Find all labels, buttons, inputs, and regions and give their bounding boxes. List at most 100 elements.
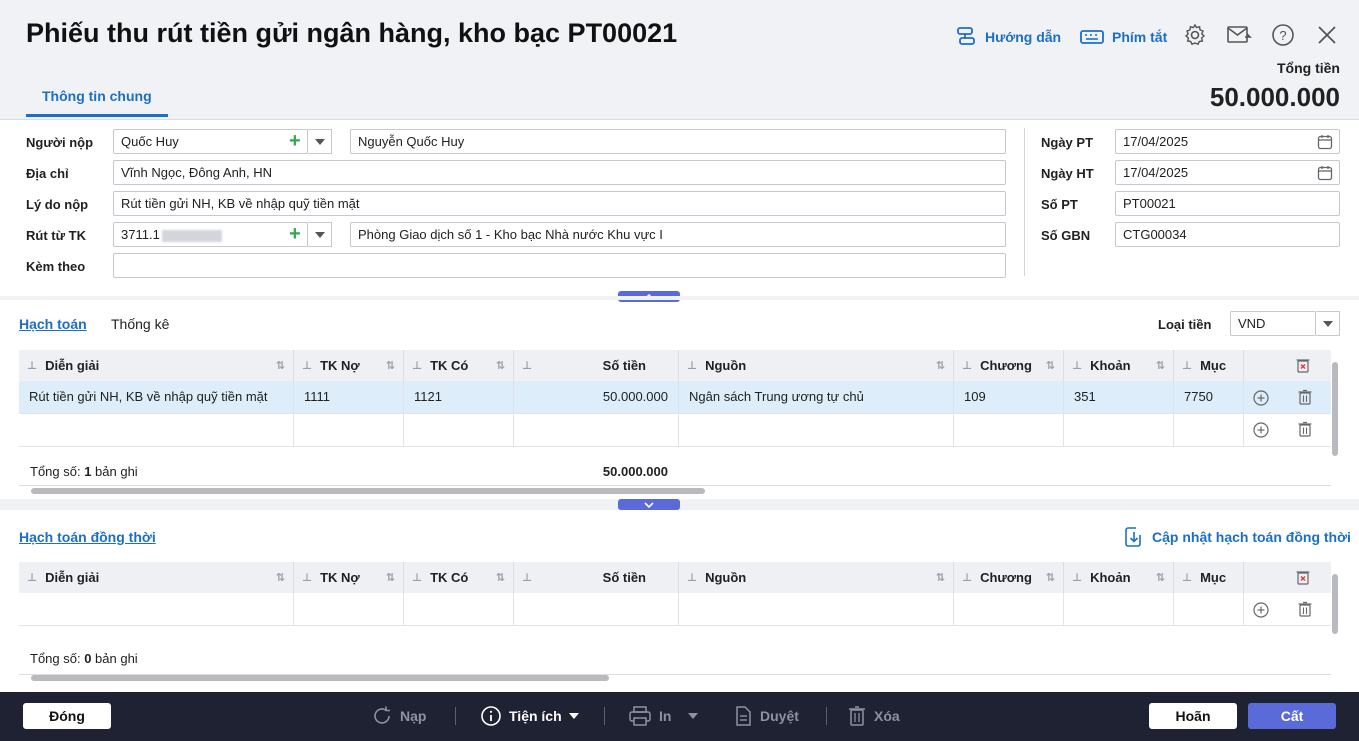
attach-input[interactable] [113, 253, 1006, 278]
payer-code-input[interactable]: Quốc Huy [113, 129, 308, 154]
col-header-chapter[interactable]: ⊥ Chương ⇅ [954, 350, 1064, 381]
calendar-icon[interactable] [1317, 165, 1333, 181]
col-header-credit[interactable]: ⊥ TK Có ⇅ [404, 350, 514, 381]
col-header-source[interactable]: ⊥ Nguồn ⇅ [679, 562, 954, 593]
col-header-debit[interactable]: ⊥ TK Nợ ⇅ [294, 562, 404, 593]
empty-cell[interactable] [1174, 593, 1244, 626]
account-input[interactable]: 3711.1 [113, 222, 308, 247]
vertical-scrollbar[interactable] [1332, 574, 1338, 634]
col-header-credit[interactable]: ⊥ TK Có ⇅ [404, 562, 514, 593]
delete-button[interactable]: Xóa [847, 703, 900, 729]
pin-icon[interactable]: ⊥ [687, 571, 697, 584]
sort-icon[interactable]: ⇅ [496, 359, 505, 372]
empty-cell[interactable] [404, 593, 514, 626]
col-header-description[interactable]: ⊥ Diễn giải ⇅ [19, 350, 294, 381]
sort-icon[interactable]: ⇅ [276, 571, 285, 584]
col-header-description[interactable]: ⊥ Diễn giải ⇅ [19, 562, 294, 593]
currency-dropdown-button[interactable] [1316, 311, 1340, 336]
cell-amount[interactable]: 50.000.000 [514, 381, 679, 414]
pin-icon[interactable]: ⊥ [522, 359, 532, 372]
pin-icon[interactable]: ⊥ [302, 359, 312, 372]
currency-select[interactable]: VND [1230, 311, 1316, 336]
empty-cell[interactable] [514, 593, 679, 626]
reload-button[interactable]: Nạp [371, 703, 426, 729]
payer-name-input[interactable]: Nguyễn Quốc Huy [350, 129, 1006, 154]
tab-general-info[interactable]: Thông tin chung [26, 78, 168, 117]
pin-icon[interactable]: ⊥ [302, 571, 312, 584]
empty-cell[interactable] [19, 414, 294, 447]
clear-all-icon[interactable] [1295, 569, 1311, 586]
print-button[interactable]: In [628, 703, 699, 729]
help-icon[interactable]: ? [1270, 22, 1296, 48]
approve-button[interactable]: Duyệt [733, 703, 799, 729]
empty-cell[interactable] [404, 414, 514, 447]
pin-icon[interactable]: ⊥ [1072, 571, 1082, 584]
empty-cell[interactable] [1064, 593, 1174, 626]
shortcut-link[interactable]: Phím tắt [1080, 26, 1167, 48]
col-header-subitem[interactable]: ⊥ Mục [1174, 562, 1244, 593]
pin-icon[interactable]: ⊥ [27, 359, 37, 372]
so-gbn-input[interactable]: CTG00034 [1115, 222, 1340, 247]
empty-cell[interactable] [514, 414, 679, 447]
expand-grid-button[interactable] [618, 499, 680, 510]
sort-icon[interactable]: ⇅ [1156, 571, 1165, 584]
sort-icon[interactable]: ⇅ [1046, 571, 1055, 584]
empty-cell[interactable] [1174, 414, 1244, 447]
sort-icon[interactable]: ⇅ [1156, 359, 1165, 372]
calendar-icon[interactable] [1317, 134, 1333, 150]
col-header-amount[interactable]: ⊥ Số tiền [514, 350, 679, 381]
add-account-icon[interactable]: + [289, 224, 301, 244]
sort-icon[interactable]: ⇅ [276, 359, 285, 372]
address-input[interactable]: Vĩnh Ngọc, Đông Anh, HN [113, 160, 1006, 185]
empty-cell[interactable] [679, 414, 954, 447]
payer-dropdown-button[interactable] [308, 129, 332, 154]
sort-icon[interactable]: ⇅ [1046, 359, 1055, 372]
col-header-chapter[interactable]: ⊥ Chương ⇅ [954, 562, 1064, 593]
delete-row-icon[interactable] [1297, 601, 1313, 618]
col-header-item[interactable]: ⊥ Khoản ⇅ [1064, 350, 1174, 381]
account-dropdown-button[interactable] [308, 222, 332, 247]
simultaneous-accounting-title[interactable]: Hạch toán đồng thời [19, 529, 156, 545]
sort-icon[interactable]: ⇅ [936, 359, 945, 372]
save-button[interactable]: Cất [1248, 703, 1336, 729]
settings-icon[interactable] [1182, 22, 1208, 48]
cell-subitem[interactable]: 7750 [1174, 381, 1244, 414]
empty-cell[interactable] [1064, 414, 1174, 447]
close-button[interactable]: Đóng [23, 703, 111, 729]
delete-row-icon[interactable] [1297, 389, 1313, 406]
pin-icon[interactable]: ⊥ [1182, 571, 1192, 584]
sort-icon[interactable]: ⇅ [936, 571, 945, 584]
pin-icon[interactable]: ⊥ [1182, 359, 1192, 372]
tab-statistics[interactable]: Thống kê [111, 316, 169, 332]
horizontal-scrollbar[interactable] [31, 675, 609, 681]
bank-name-input[interactable]: Phòng Giao dịch số 1 - Kho bạc Nhà nước … [350, 222, 1006, 247]
col-header-source[interactable]: ⊥ Nguồn ⇅ [679, 350, 954, 381]
cell-credit[interactable]: 1121 [404, 381, 514, 414]
sort-icon[interactable]: ⇅ [386, 359, 395, 372]
cell-source[interactable]: Ngân sách Trung ương tự chủ [679, 381, 954, 414]
col-header-subitem[interactable]: ⊥ Mục [1174, 350, 1244, 381]
cell-item[interactable]: 351 [1064, 381, 1174, 414]
pin-icon[interactable]: ⊥ [962, 571, 972, 584]
update-simultaneous-button[interactable]: Cập nhật hạch toán đồng thời [1124, 526, 1351, 548]
vertical-scrollbar[interactable] [1332, 362, 1338, 456]
col-header-amount[interactable]: ⊥ Số tiền [514, 562, 679, 593]
pin-icon[interactable]: ⊥ [412, 359, 422, 372]
empty-cell[interactable] [294, 593, 404, 626]
empty-cell[interactable] [294, 414, 404, 447]
cancel-button[interactable]: Hoãn [1149, 703, 1237, 729]
caret-down-icon[interactable] [688, 713, 699, 719]
pin-icon[interactable]: ⊥ [962, 359, 972, 372]
add-row-icon[interactable] [1253, 422, 1269, 438]
guide-link[interactable]: Hướng dẫn [955, 26, 1061, 48]
pin-icon[interactable]: ⊥ [27, 571, 37, 584]
empty-cell[interactable] [954, 593, 1064, 626]
sort-icon[interactable]: ⇅ [386, 571, 395, 584]
cell-debit[interactable]: 1111 [294, 381, 404, 414]
cell-chapter[interactable]: 109 [954, 381, 1064, 414]
close-icon[interactable] [1314, 22, 1340, 48]
add-payer-icon[interactable]: + [289, 131, 301, 151]
empty-cell[interactable] [19, 593, 294, 626]
add-row-icon[interactable] [1253, 390, 1269, 406]
col-header-item[interactable]: ⊥ Khoản ⇅ [1064, 562, 1174, 593]
